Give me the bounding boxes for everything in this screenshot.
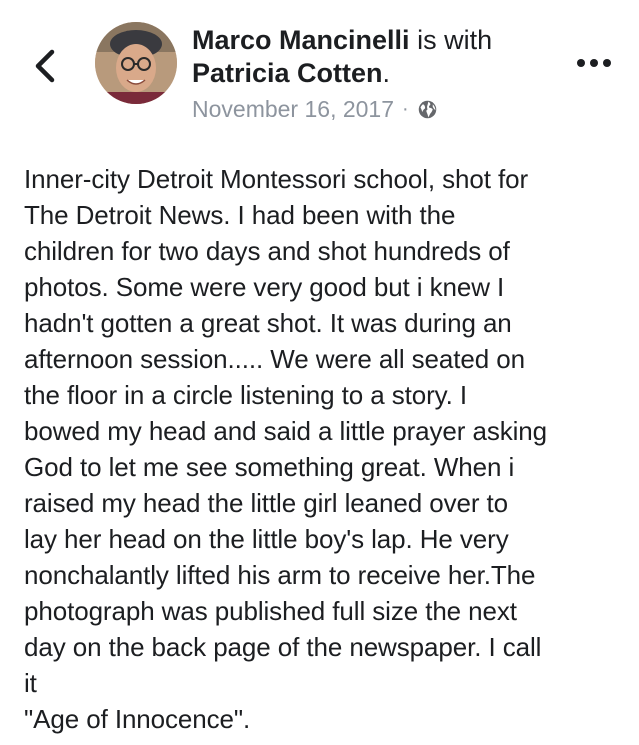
post-text: Inner-city Detroit Montessori school, sh… [24,164,548,734]
post-meta: November 16, 2017 · [192,94,572,124]
profile-photo [95,22,177,104]
back-button[interactable] [28,42,68,90]
tagged-line: Patricia Cotten. [192,57,572,90]
more-options-button[interactable] [574,52,614,74]
post-date[interactable]: November 16, 2017 [192,94,394,124]
more-dots-icon [577,59,611,67]
tagged-person[interactable]: Patricia Cotten [192,58,383,88]
avatar[interactable] [95,22,177,104]
post-header: Marco Mancinelli is with Patricia Cotten… [0,0,639,140]
author-block: Marco Mancinelli is with Patricia Cotten… [192,24,572,124]
with-text: is with [417,25,493,55]
chevron-left-icon [35,49,55,83]
meta-separator: · [402,98,409,120]
globe-icon[interactable] [417,99,438,120]
tagged-suffix: . [382,58,391,88]
author-name[interactable]: Marco Mancinelli [192,25,410,55]
author-line: Marco Mancinelli is with [192,24,572,57]
